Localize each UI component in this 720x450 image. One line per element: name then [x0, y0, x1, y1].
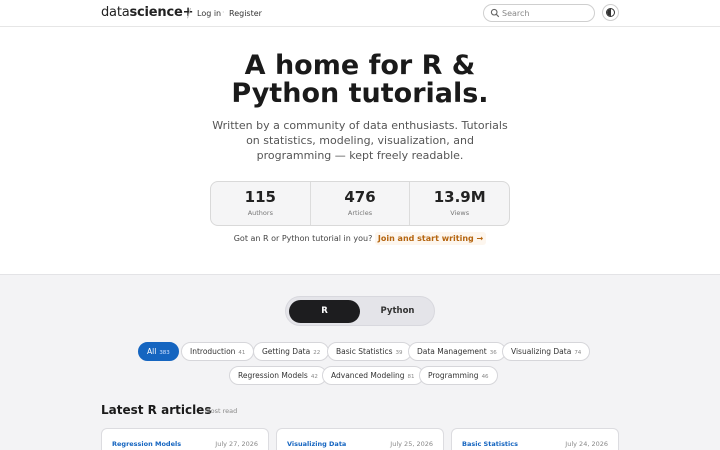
- chip-label: Introduction: [190, 347, 236, 356]
- chip-count: 41: [238, 350, 246, 356]
- brand-main: data: [101, 5, 130, 20]
- category-chip-getting-data[interactable]: Getting Data 22: [253, 342, 330, 361]
- card-date: July 27, 2026: [215, 440, 258, 448]
- category-chip-programming[interactable]: Programming 46: [419, 366, 498, 385]
- card-date: July 25, 2026: [390, 440, 433, 448]
- cta-line: Got an R or Python tutorial in you? Join…: [0, 232, 720, 245]
- language-option-python[interactable]: Python: [362, 300, 433, 323]
- search-placeholder: Search: [502, 9, 530, 18]
- latest-articles-heading: Latest R articles: [101, 403, 212, 417]
- card-category[interactable]: Regression Models: [112, 440, 181, 448]
- chip-count: 74: [574, 350, 582, 356]
- card-date: July 24, 2026: [565, 440, 608, 448]
- search-input[interactable]: Search: [483, 4, 595, 22]
- category-chip-visualizing-data[interactable]: Visualizing Data 74: [502, 342, 591, 361]
- theme-toggle-button[interactable]: [602, 4, 619, 21]
- stat-value: 13.9M: [433, 188, 486, 206]
- stat-label: Articles: [347, 209, 373, 217]
- stat-value: 476: [344, 188, 376, 206]
- title-line-2: Python tutorials.: [231, 78, 489, 109]
- chip-label: Getting Data: [262, 347, 311, 356]
- chip-count: 383: [159, 350, 170, 356]
- card-category[interactable]: Visualizing Data: [287, 440, 346, 448]
- chip-count: 46: [481, 374, 489, 380]
- nav-dot: ·: [222, 8, 225, 17]
- chip-label: Data Management: [417, 347, 487, 356]
- separator: /: [187, 6, 192, 20]
- stat-views: 13.9M Views: [409, 182, 509, 225]
- hero-subtitle: Written by a community of data enthusias…: [212, 119, 508, 162]
- join-link[interactable]: Join and start writing →: [374, 232, 487, 245]
- stats-panel: 115 Authors 476 Articles 13.9M Views: [210, 181, 510, 226]
- chip-label: Basic Statistics: [336, 347, 393, 356]
- register-link[interactable]: Register: [229, 9, 262, 18]
- category-chip-regression-models[interactable]: Regression Models 42: [229, 366, 327, 385]
- brand-accent: science+: [129, 5, 194, 20]
- category-chip-data-management[interactable]: Data Management 36: [408, 342, 506, 361]
- chip-label: Programming: [428, 371, 479, 380]
- chip-count: 36: [489, 350, 497, 356]
- category-chip-introduction[interactable]: Introduction 41: [181, 342, 255, 361]
- page-title: A home for R & Python tutorials.: [0, 52, 720, 108]
- cta-text: Got an R or Python tutorial in you?: [233, 234, 373, 243]
- category-chip-basic-statistics[interactable]: Basic Statistics 39: [327, 342, 412, 361]
- chip-count: 22: [313, 350, 321, 356]
- language-toggle: R Python: [285, 296, 435, 326]
- stat-articles: 476 Articles: [309, 182, 410, 225]
- search-icon: [490, 8, 500, 18]
- login-link[interactable]: Log in: [197, 9, 221, 18]
- stat-value: 115: [244, 188, 276, 206]
- stat-label: Authors: [247, 209, 273, 217]
- top-bar: datascience+ / Log in · Register Search: [0, 0, 720, 27]
- chip-count: 81: [407, 374, 415, 380]
- article-card[interactable]: Basic Statistics July 24, 2026: [451, 428, 619, 450]
- chip-label: Visualizing Data: [511, 347, 572, 356]
- sort-label: Most read: [205, 407, 238, 415]
- category-chip-advanced-modeling[interactable]: Advanced Modeling 81: [322, 366, 424, 385]
- chip-label: Regression Models: [238, 371, 308, 380]
- title-line-1: A home for R &: [244, 50, 476, 81]
- article-card[interactable]: Regression Models July 27, 2026: [101, 428, 269, 450]
- article-card[interactable]: Visualizing Data July 25, 2026: [276, 428, 444, 450]
- stat-authors: 115 Authors: [211, 182, 310, 225]
- brand-logo[interactable]: datascience+: [101, 5, 193, 20]
- category-chip-all[interactable]: All 383: [138, 342, 179, 361]
- card-category[interactable]: Basic Statistics: [462, 440, 518, 448]
- stat-label: Views: [450, 209, 470, 217]
- chip-count: 39: [395, 350, 403, 356]
- chip-count: 42: [310, 374, 318, 380]
- chip-label: Advanced Modeling: [331, 371, 405, 380]
- contrast-icon: [606, 8, 615, 17]
- chip-label: All: [147, 347, 157, 356]
- language-option-r[interactable]: R: [289, 300, 360, 323]
